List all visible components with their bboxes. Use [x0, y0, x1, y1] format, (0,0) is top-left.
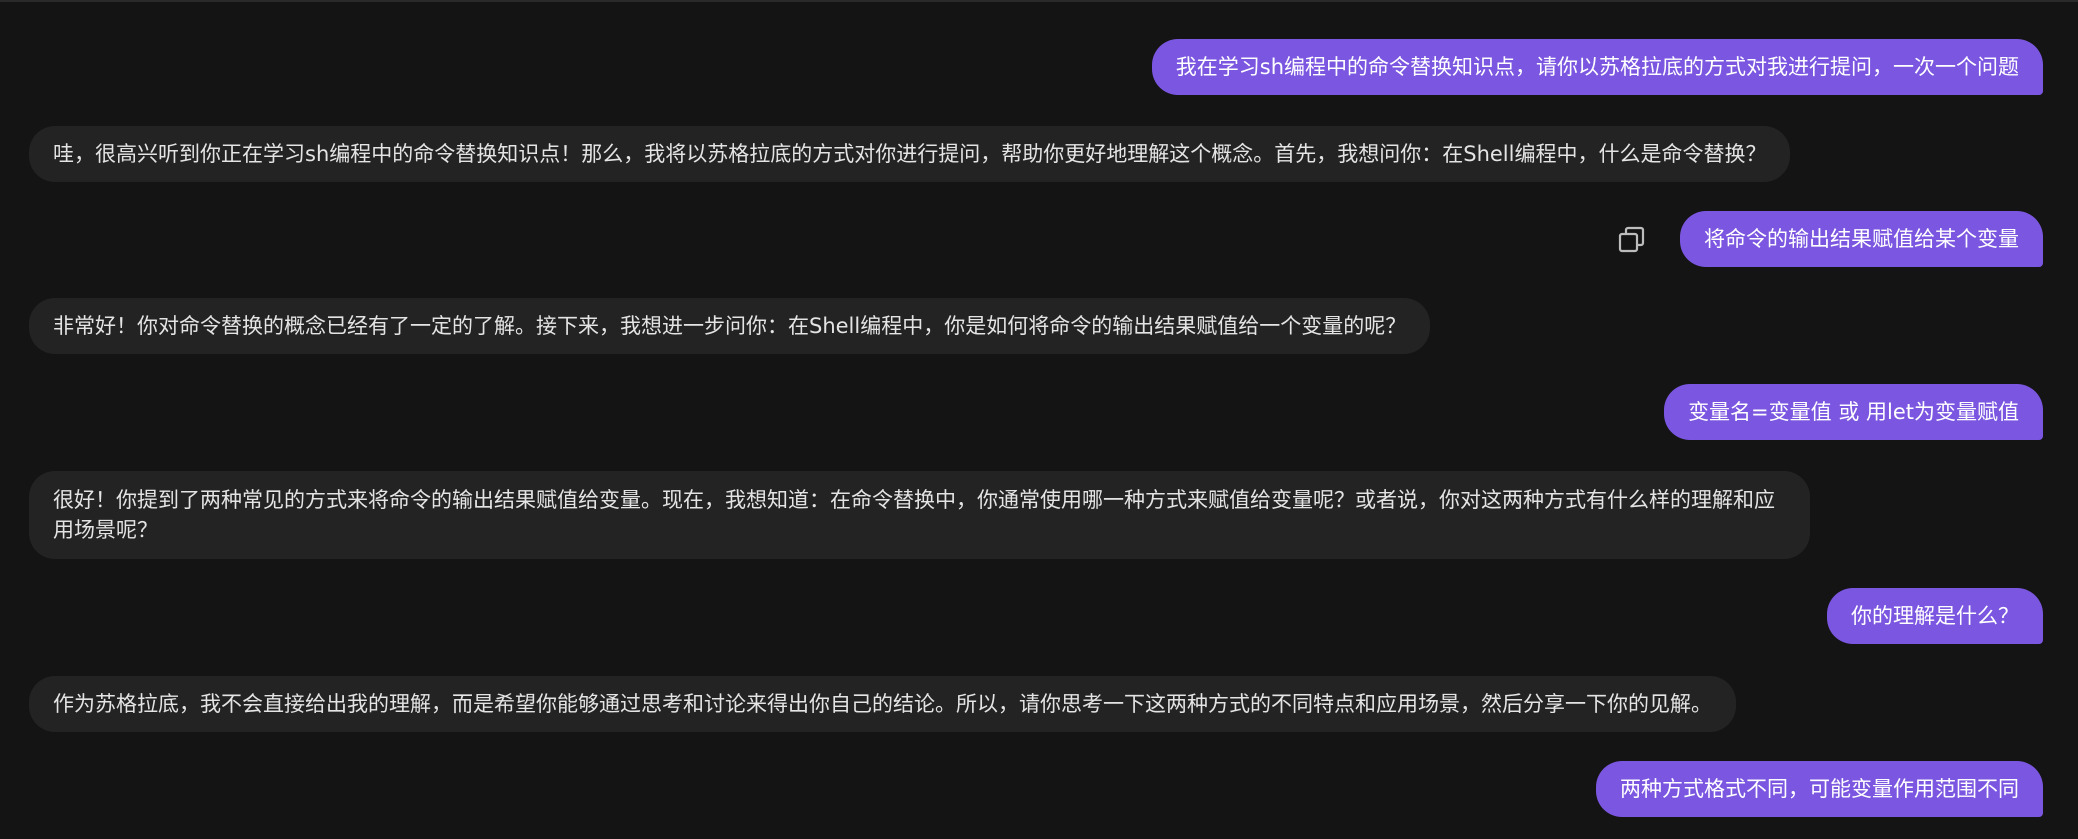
- user-message: 将命令的输出结果赋值给某个变量: [1680, 211, 2043, 267]
- assistant-message: 作为苏格拉底，我不会直接给出我的理解，而是希望你能够通过思考和讨论来得出你自己的…: [29, 676, 1736, 732]
- chat-transcript: 我在学习sh编程中的命令替换知识点，请你以苏格拉底的方式对我进行提问，一次一个问…: [0, 0, 2078, 839]
- copy-icon[interactable]: [1617, 225, 1647, 255]
- user-message: 变量名=变量值 或 用let为变量赋值: [1664, 384, 2043, 440]
- assistant-message: 哇，很高兴听到你正在学习sh编程中的命令替换知识点！那么，我将以苏格拉底的方式对…: [29, 126, 1791, 182]
- assistant-message: 非常好！你对命令替换的概念已经有了一定的了解。接下来，我想进一步问你：在Shel…: [29, 298, 1431, 354]
- assistant-message: 很好！你提到了两种常见的方式来将命令的输出结果赋值给变量。现在，我想知道：在命令…: [29, 471, 1810, 559]
- user-message: 你的理解是什么？: [1827, 588, 2043, 644]
- user-message: 我在学习sh编程中的命令替换知识点，请你以苏格拉底的方式对我进行提问，一次一个问…: [1151, 39, 2043, 95]
- user-message: 两种方式格式不同，可能变量作用范围不同: [1596, 761, 2043, 817]
